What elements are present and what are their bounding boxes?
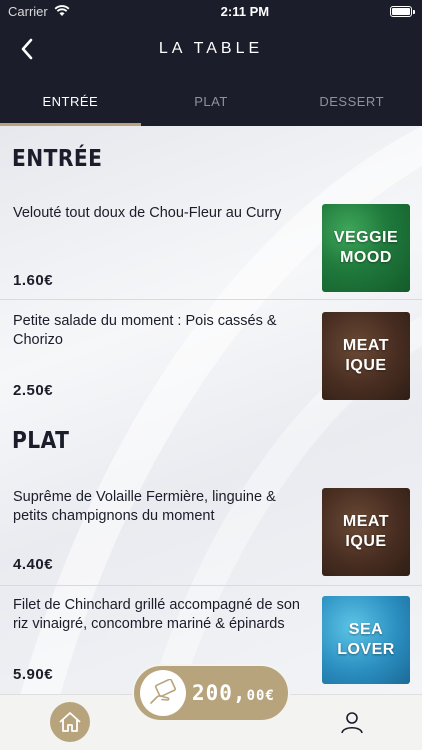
card-hand-icon: [140, 670, 186, 716]
badge-label: MEAT IQUE: [342, 513, 390, 550]
item-name: Suprême de Volaille Fermière, linguine &…: [13, 489, 276, 524]
user-icon: [341, 712, 363, 734]
item-price: 5.90€: [13, 666, 54, 683]
item-name: Velouté tout doux de Chou-Fleur au Curry: [13, 205, 282, 221]
wifi-icon: [54, 5, 70, 16]
battery-icon: [390, 5, 415, 17]
badge-label: SEA LOVER: [337, 621, 395, 658]
status-time: 2:11 PM: [220, 3, 270, 19]
tab-plat[interactable]: PLAT: [141, 76, 282, 126]
item-price: 1.60€: [13, 272, 54, 289]
wallet-balance-button[interactable]: 200,00€: [132, 664, 290, 722]
badge-label: MEAT IQUE: [342, 337, 390, 374]
item-name: Petite salade du moment : Pois cassés & …: [13, 313, 277, 348]
tab-dessert[interactable]: DESSERT: [281, 76, 422, 126]
menu-item[interactable]: Suprême de Volaille Fermière, linguine &…: [0, 482, 422, 586]
item-price: 2.50€: [13, 382, 54, 399]
divider: [0, 585, 422, 586]
meatique-badge: MEAT IQUE: [322, 312, 410, 400]
badge-label: VEGGIE MOOD: [333, 229, 399, 266]
menu-list[interactable]: ENTRÉE Velouté tout doux de Chou-Fleur a…: [0, 126, 422, 696]
header: Carrier 2:11 PM LA TABLE ENTRÉE PLAT DES…: [0, 0, 422, 126]
home-icon: [59, 712, 81, 732]
item-name: Filet de Chinchard grillé accompagné de …: [13, 597, 300, 632]
section-title-plat: PLAT: [12, 428, 70, 454]
veggie-mood-badge: VEGGIE MOOD: [322, 204, 410, 292]
divider: [0, 299, 422, 300]
section-title-entree: ENTRÉE: [12, 146, 103, 172]
nav-bar: LA TABLE: [0, 22, 422, 76]
meatique-badge: MEAT IQUE: [322, 488, 410, 576]
wallet-amount-decimals: 00€: [246, 688, 275, 704]
wallet-amount-main: 200,: [192, 681, 247, 705]
home-button[interactable]: [50, 702, 90, 742]
page-title: LA TABLE: [158, 40, 264, 57]
profile-button[interactable]: [338, 708, 366, 736]
menu-item[interactable]: Velouté tout doux de Chou-Fleur au Curry…: [0, 196, 422, 300]
back-button[interactable]: [12, 34, 42, 64]
tab-entree[interactable]: ENTRÉE: [0, 76, 141, 126]
menu-item[interactable]: Petite salade du moment : Pois cassés & …: [0, 302, 422, 406]
item-price: 4.40€: [13, 556, 54, 573]
sea-lover-badge: SEA LOVER: [322, 596, 410, 684]
carrier-label: Carrier: [8, 3, 48, 19]
wallet-amount: 200,00€: [192, 681, 275, 705]
status-left: Carrier: [8, 4, 70, 19]
chevron-left-icon: [21, 38, 33, 60]
category-tabs: ENTRÉE PLAT DESSERT: [0, 76, 422, 126]
status-bar: Carrier 2:11 PM: [0, 0, 422, 22]
